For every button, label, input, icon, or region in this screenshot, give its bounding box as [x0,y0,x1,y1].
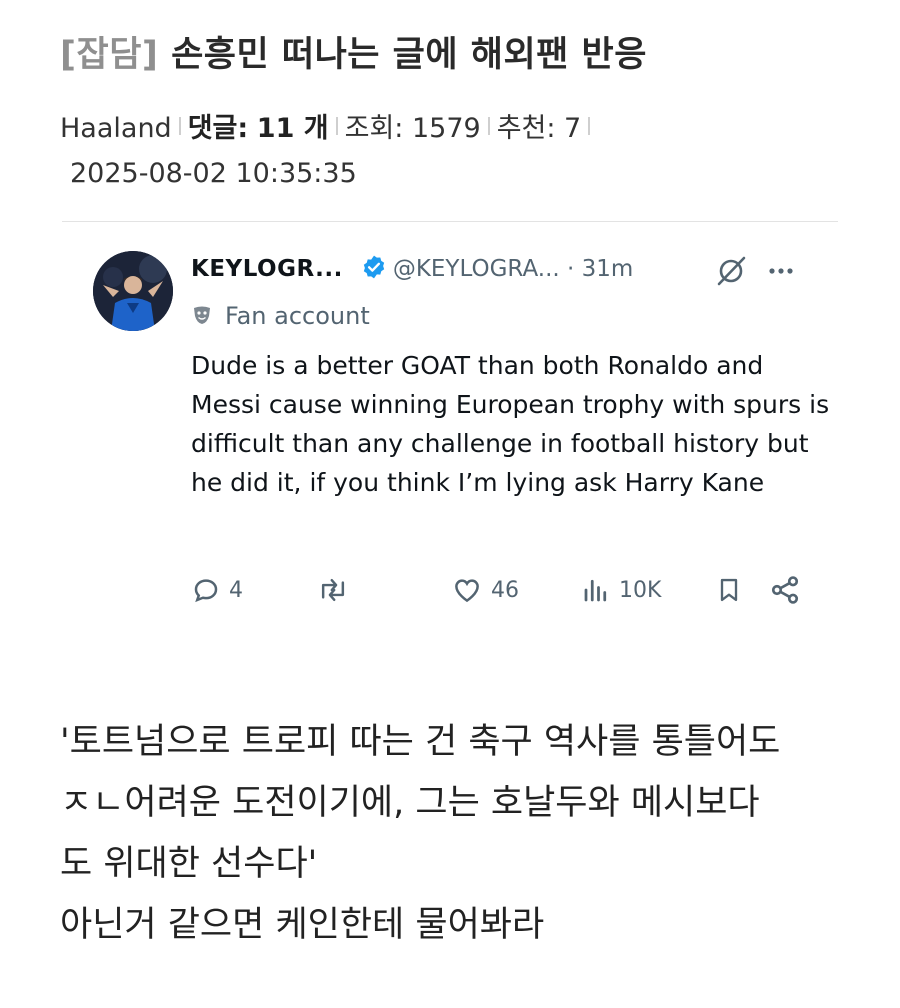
share-icon [771,576,799,604]
post-body-text: '토트넘으로 트로피 따는 건 축구 역사를 통틀어도 ㅈㄴ어려운 도전이기에,… [60,712,780,956]
tweet-handle[interactable]: @KEYLOGRA... [393,256,560,282]
tweet-subtitle: Fan account [225,302,370,330]
grok-icon[interactable] [717,256,746,286]
reply-button[interactable]: 4 [191,570,243,610]
meta-divider [487,116,490,135]
avatar[interactable] [93,251,173,331]
post-title-text: 손흥민 떠나는 글에 해외팬 반응 [158,35,647,75]
verified-badge-icon [361,254,387,284]
meta-divider [335,116,338,135]
tweet-header: KEYLOGR... @KEYLOGRA... · 31m [191,254,633,287]
post-author[interactable]: Haaland [60,113,172,144]
fan-account-mask-icon [194,306,210,324]
tweet-actions: 4 46 10K [191,570,831,610]
meta-divider [178,116,181,135]
tweet-account-label: Fan account [191,302,370,330]
post-meta: Haaland 댓글: 11 개 조회: 1579 추천: 7 [60,106,597,145]
avatar-image [93,251,173,331]
like-count: 46 [491,577,519,603]
post-title: [잡담] 손흥민 떠나는 글에 해외팬 반응 [60,26,647,77]
body-line: 아닌거 같으면 케인한테 물어봐라 [60,905,545,945]
share-button[interactable] [769,570,801,610]
header-divider [62,221,838,222]
body-line: '토트넘으로 트로피 따는 건 축구 역사를 통틀어도 [60,722,781,762]
reply-count: 4 [229,577,243,603]
view-count: 조회: 1579 [344,113,481,144]
tweet-text: Dude is a better GOAT than both Ronaldo … [191,351,830,497]
like-button[interactable]: 46 [451,570,519,610]
bookmark-button[interactable] [715,570,743,610]
reply-icon [194,579,218,603]
bookmark-icon [720,578,738,602]
more-icon[interactable] [769,268,793,274]
comments-label: 댓글: [187,113,249,144]
post-category: [잡담] [60,35,159,75]
meta-divider [588,116,591,135]
body-line: 도 위대한 선수다' [60,844,318,884]
like-icon [455,579,479,603]
tweet-header-icons [714,256,824,290]
post-date: 2025-08-02 10:35:35 [70,158,357,189]
embedded-tweet: KEYLOGR... @KEYLOGRA... · 31m Fan account… [88,242,831,622]
recommend-count: 추천: 7 [496,113,582,144]
comments-count[interactable]: 11 개 [257,113,329,144]
tweet-time[interactable]: · 31m [560,256,633,282]
views-icon [584,579,607,602]
views-count: 10K [619,577,662,603]
retweet-button[interactable] [317,570,349,610]
retweet-icon [321,578,345,602]
body-line: ㅈㄴ어려운 도전이기에, 그는 호날두와 메시보다 [60,783,760,823]
tweet-display-name[interactable]: KEYLOGR... [191,256,343,282]
views-button[interactable]: 10K [581,570,661,610]
